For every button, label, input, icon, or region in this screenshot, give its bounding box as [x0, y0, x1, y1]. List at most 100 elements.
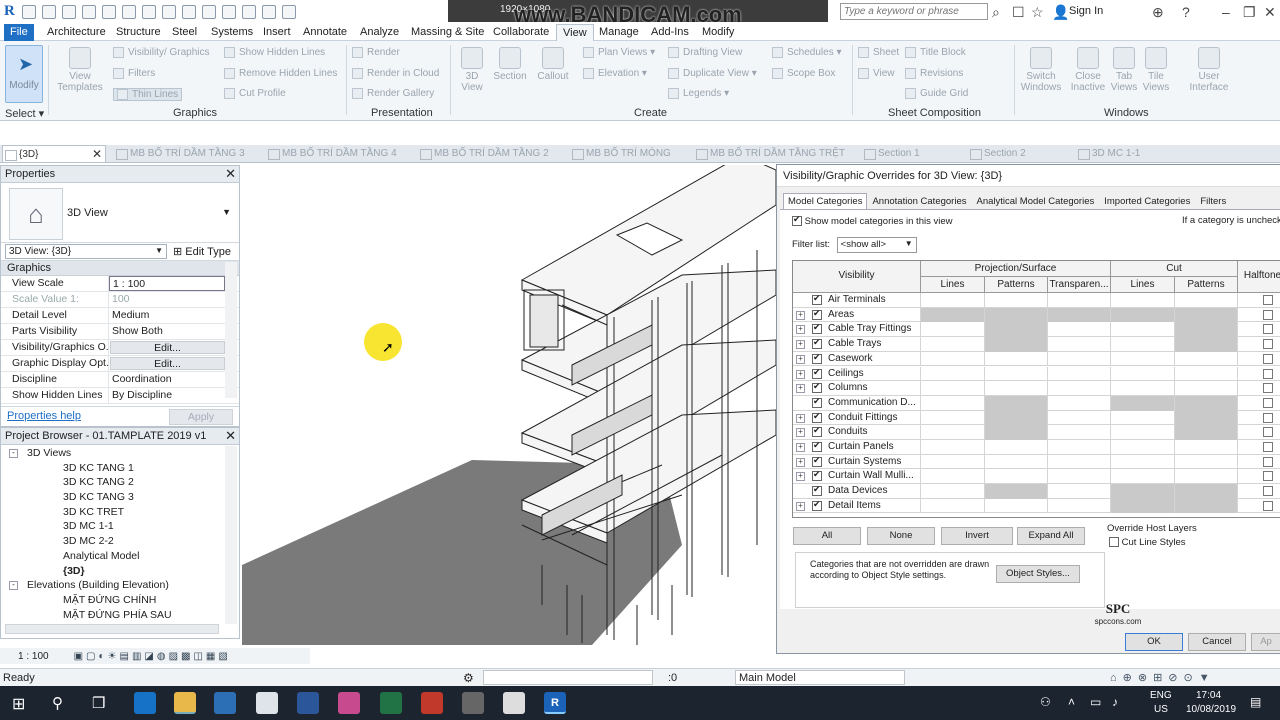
- override-cell[interactable]: [921, 366, 985, 382]
- override-cell[interactable]: [921, 454, 985, 470]
- type-selector[interactable]: ⌂ 3D View ▼: [1, 183, 239, 243]
- override-cell[interactable]: [1111, 410, 1175, 426]
- tab-architecture[interactable]: Architecture: [41, 24, 112, 41]
- category-row[interactable]: + Conduits: [793, 425, 1280, 440]
- browser-tree-item[interactable]: 3D MC 1-1: [1, 519, 221, 534]
- override-cell[interactable]: [1111, 381, 1175, 396]
- override-cell[interactable]: [1175, 395, 1238, 411]
- override-cell[interactable]: [1048, 498, 1111, 514]
- browser-scrollbar[interactable]: [225, 446, 237, 624]
- expand-icon[interactable]: +: [796, 443, 805, 452]
- visibility-checkbox[interactable]: [812, 440, 822, 452]
- visibility-checkbox[interactable]: [812, 484, 822, 497]
- tab-insert[interactable]: Insert: [257, 24, 297, 41]
- view-tab[interactable]: MB BỐ TRÍ DẦM TẦNG 3: [114, 145, 245, 162]
- expand-icon[interactable]: +: [796, 501, 805, 511]
- tab-massing-site[interactable]: Massing & Site: [405, 24, 490, 41]
- visibility-checkbox[interactable]: [812, 411, 822, 423]
- override-cell[interactable]: [921, 293, 985, 308]
- expand-icon[interactable]: +: [796, 325, 805, 335]
- tab-systems[interactable]: Systems: [205, 24, 259, 41]
- halftone-checkbox[interactable]: [1263, 397, 1273, 408]
- tab-collaborate[interactable]: Collaborate: [487, 24, 555, 41]
- invert-button[interactable]: Invert: [941, 527, 1013, 545]
- category-row[interactable]: + Curtain Panels: [793, 440, 1280, 455]
- tab-file[interactable]: File: [4, 24, 34, 41]
- edge-icon[interactable]: [134, 692, 156, 714]
- collapse-icon[interactable]: -: [9, 449, 18, 458]
- render-cloud-button[interactable]: Render in Cloud: [352, 68, 439, 79]
- override-cell[interactable]: [1048, 351, 1111, 367]
- recorder-icon[interactable]: [462, 692, 484, 714]
- override-cell[interactable]: [985, 366, 1048, 382]
- object-styles-button[interactable]: Object Styles...: [996, 565, 1080, 583]
- remove-hidden-lines-button[interactable]: Remove Hidden Lines: [224, 68, 337, 79]
- tab-filters[interactable]: Filters: [1195, 193, 1231, 209]
- category-row[interactable]: Data Devices: [793, 484, 1280, 499]
- category-row[interactable]: + Columns: [793, 381, 1280, 396]
- override-cell[interactable]: [1111, 469, 1175, 485]
- override-cell[interactable]: [985, 395, 1048, 411]
- override-cell[interactable]: [921, 395, 985, 411]
- scope-box-button[interactable]: Scope Box: [772, 68, 835, 79]
- override-cell[interactable]: [985, 307, 1048, 323]
- chevron-down-icon[interactable]: ▼: [222, 207, 231, 217]
- clock-date[interactable]: 10/08/2019: [1186, 704, 1236, 715]
- override-cell[interactable]: [921, 381, 985, 396]
- override-cell[interactable]: [1175, 425, 1238, 440]
- visibility-checkbox[interactable]: [812, 322, 822, 335]
- worksets-icon[interactable]: ⚙: [463, 671, 474, 685]
- view-control-icons[interactable]: ▣▢◐☀▤▥◪◍▨▩◫▦▧: [74, 651, 231, 662]
- view-place-button[interactable]: View: [858, 68, 895, 79]
- excel-icon[interactable]: [380, 692, 402, 714]
- override-cell[interactable]: [985, 410, 1048, 426]
- measure-icon[interactable]: [142, 5, 156, 19]
- elevation-button[interactable]: Elevation ▾: [583, 68, 647, 79]
- expand-icon[interactable]: +: [796, 384, 805, 394]
- override-cell[interactable]: [985, 322, 1048, 338]
- category-row[interactable]: + Casework: [793, 351, 1280, 367]
- clock-time[interactable]: 17:04: [1196, 690, 1221, 701]
- category-row[interactable]: + Areas: [793, 307, 1280, 323]
- expand-icon[interactable]: +: [796, 310, 805, 320]
- browser-tree-item[interactable]: MẶT ĐỨNG PHÍA SAU: [1, 608, 221, 623]
- tab-annotation-categories[interactable]: Annotation Categories: [867, 193, 971, 209]
- binoculars-icon[interactable]: ⌕: [992, 4, 1000, 21]
- halftone-checkbox[interactable]: [1263, 456, 1273, 467]
- restore-icon[interactable]: ❐: [1243, 4, 1256, 21]
- expand-icon[interactable]: +: [796, 428, 805, 438]
- override-cell[interactable]: [985, 337, 1048, 352]
- close-tab-icon[interactable]: ✕: [92, 146, 102, 163]
- search-input[interactable]: [840, 3, 988, 20]
- halftone-checkbox[interactable]: [1263, 486, 1273, 497]
- browser-tree-item[interactable]: Analytical Model: [1, 549, 221, 564]
- override-cell[interactable]: [1175, 454, 1238, 470]
- tab-imported-categories[interactable]: Imported Categories: [1099, 193, 1195, 209]
- override-cell[interactable]: [1048, 425, 1111, 440]
- visibility-checkbox[interactable]: [812, 499, 822, 511]
- design-option-dropdown[interactable]: Main Model: [735, 670, 905, 685]
- duplicate-view-button[interactable]: Duplicate View ▾: [668, 68, 757, 79]
- select-dropdown[interactable]: Select ▾: [5, 107, 44, 120]
- view-scale-button[interactable]: 1 : 100: [18, 651, 49, 662]
- category-row[interactable]: Communication D...: [793, 395, 1280, 411]
- override-cell[interactable]: [921, 307, 985, 323]
- override-cell[interactable]: [1111, 351, 1175, 367]
- category-row[interactable]: + Detail Items: [793, 498, 1280, 514]
- graphics-group-header[interactable]: Graphics: [1, 261, 239, 276]
- text-icon[interactable]: [182, 5, 196, 19]
- override-cell[interactable]: [921, 498, 985, 514]
- override-cell[interactable]: [1048, 484, 1111, 499]
- revisions-button[interactable]: Revisions: [905, 68, 963, 79]
- sheet-button[interactable]: Sheet: [858, 47, 899, 58]
- tab-manage[interactable]: Manage: [593, 24, 645, 41]
- drafting-view-button[interactable]: Drafting View: [668, 47, 742, 58]
- open-icon[interactable]: [22, 5, 36, 19]
- override-cell[interactable]: [1111, 395, 1175, 411]
- override-cell[interactable]: [1048, 293, 1111, 308]
- thin-lines-button[interactable]: Thin Lines: [113, 88, 183, 102]
- ok-button[interactable]: OK: [1125, 633, 1183, 651]
- override-cell[interactable]: [1048, 395, 1111, 411]
- graphic-display-edit-button[interactable]: Edit...: [110, 357, 225, 370]
- visibility-checkbox[interactable]: [812, 352, 822, 364]
